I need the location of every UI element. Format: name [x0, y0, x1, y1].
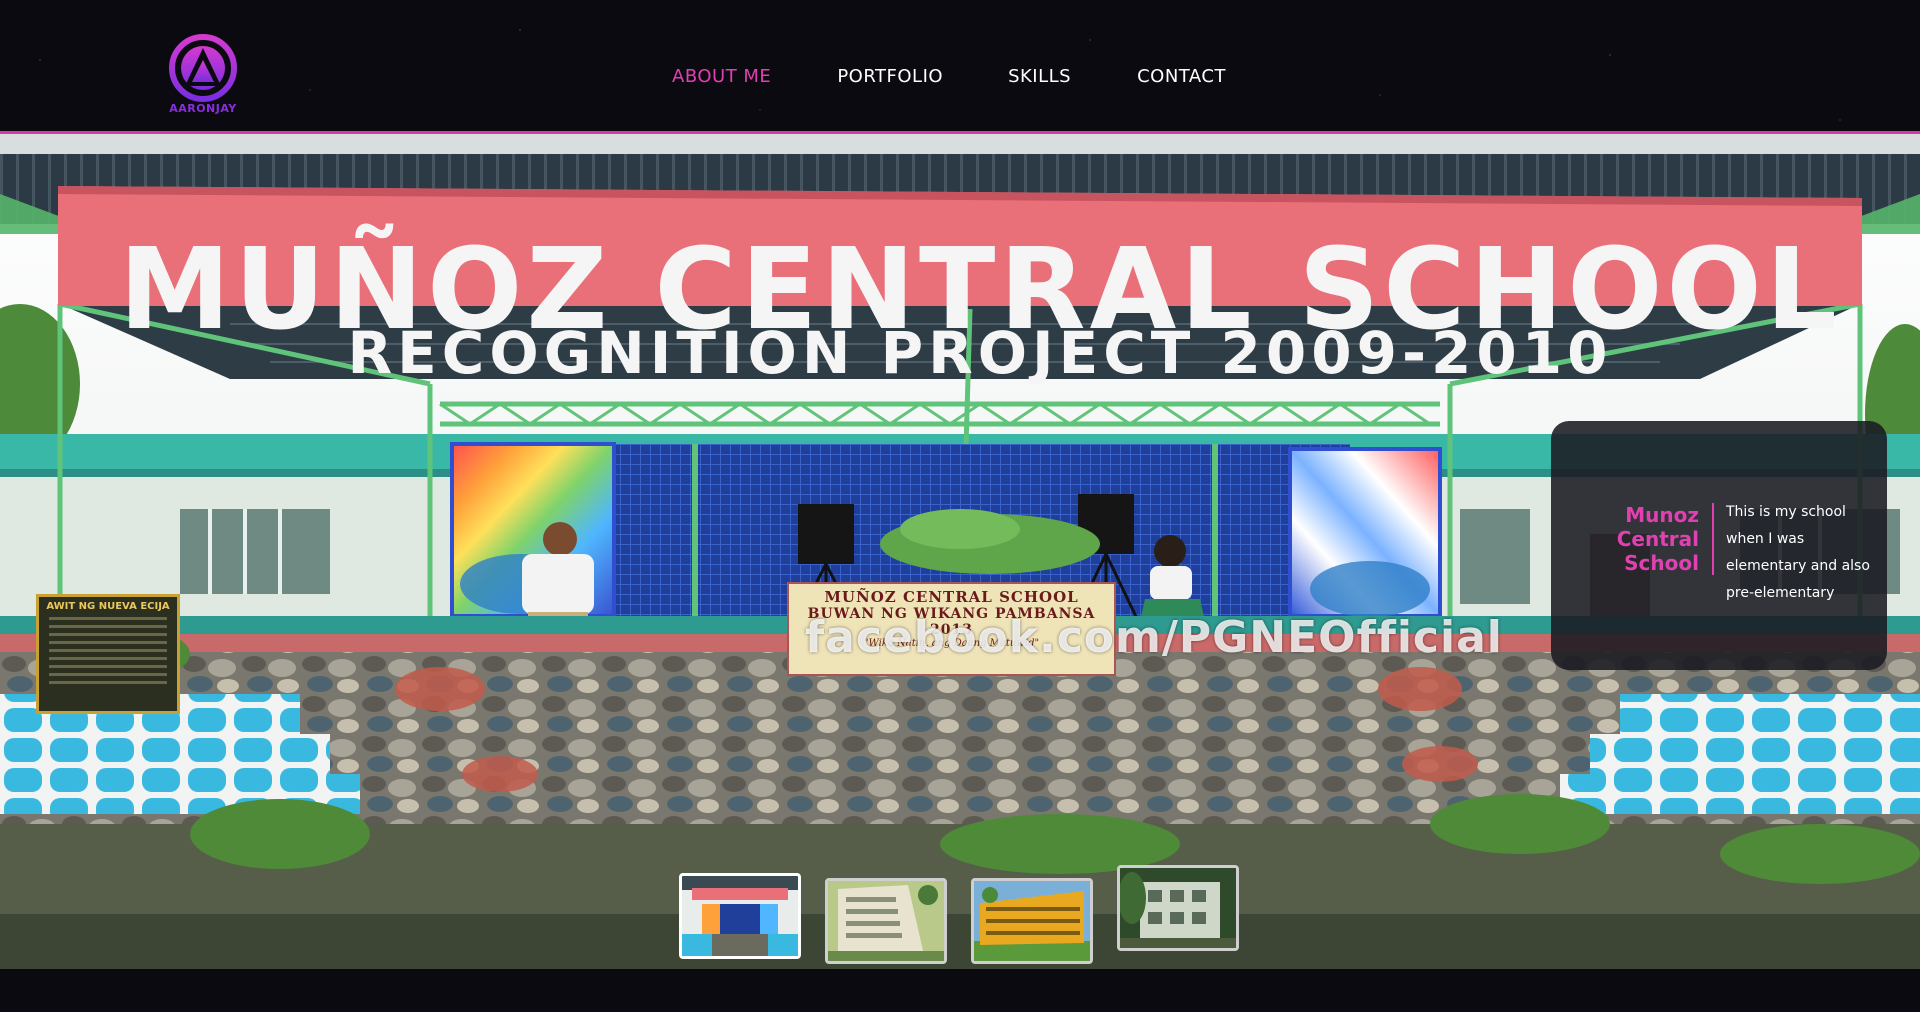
- footer-bar: [0, 969, 1920, 1012]
- nav-portfolio[interactable]: PORTFOLIO: [837, 66, 943, 87]
- thumbnail-building-2[interactable]: [971, 878, 1093, 964]
- logo-icon: [169, 34, 237, 102]
- photo-watermark: facebook.com/PGNEOfficial: [805, 612, 1503, 663]
- thumbnail-stage-image: [682, 876, 798, 956]
- thumbnail-building-2-image: [974, 881, 1090, 961]
- thumbnail-building-3-image: [1120, 868, 1236, 948]
- info-card: Munoz Central School This is my school w…: [1551, 421, 1887, 670]
- thumbnail-building-3[interactable]: [1117, 865, 1239, 951]
- nav-contact[interactable]: CONTACT: [1137, 66, 1226, 87]
- info-card-title: Munoz Central School: [1616, 503, 1699, 575]
- portfolio-page: AARONJAY ABOUT ME PORTFOLIO SKILLS CONTA…: [0, 0, 1920, 1012]
- site-logo[interactable]: AARONJAY: [166, 32, 240, 122]
- logo-text: AARONJAY: [169, 102, 237, 115]
- thumbnail-building-1[interactable]: [825, 878, 947, 964]
- site-header: AARONJAY ABOUT ME PORTFOLIO SKILLS CONTA…: [0, 0, 1920, 131]
- wall-poster: AWIT NG NUEVA ECIJA: [36, 594, 180, 714]
- banner-subtitle-text: RECOGNITION PROJECT 2009-2010: [347, 319, 1613, 387]
- header-divider: [0, 131, 1920, 134]
- info-card-divider: [1712, 503, 1714, 575]
- wall-poster-title: AWIT NG NUEVA ECIJA: [46, 601, 170, 612]
- info-card-text: This is my school when I was elementary …: [1726, 504, 1870, 601]
- thumbnail-stage[interactable]: [679, 873, 801, 959]
- stage-poster-line-1: MUÑOZ CENTRAL SCHOOL: [824, 588, 1079, 606]
- main-nav: ABOUT ME PORTFOLIO SKILLS CONTACT: [672, 66, 1226, 87]
- nav-about-me[interactable]: ABOUT ME: [672, 66, 771, 87]
- nav-skills[interactable]: SKILLS: [1008, 66, 1071, 87]
- thumbnail-building-1-image: [828, 881, 944, 961]
